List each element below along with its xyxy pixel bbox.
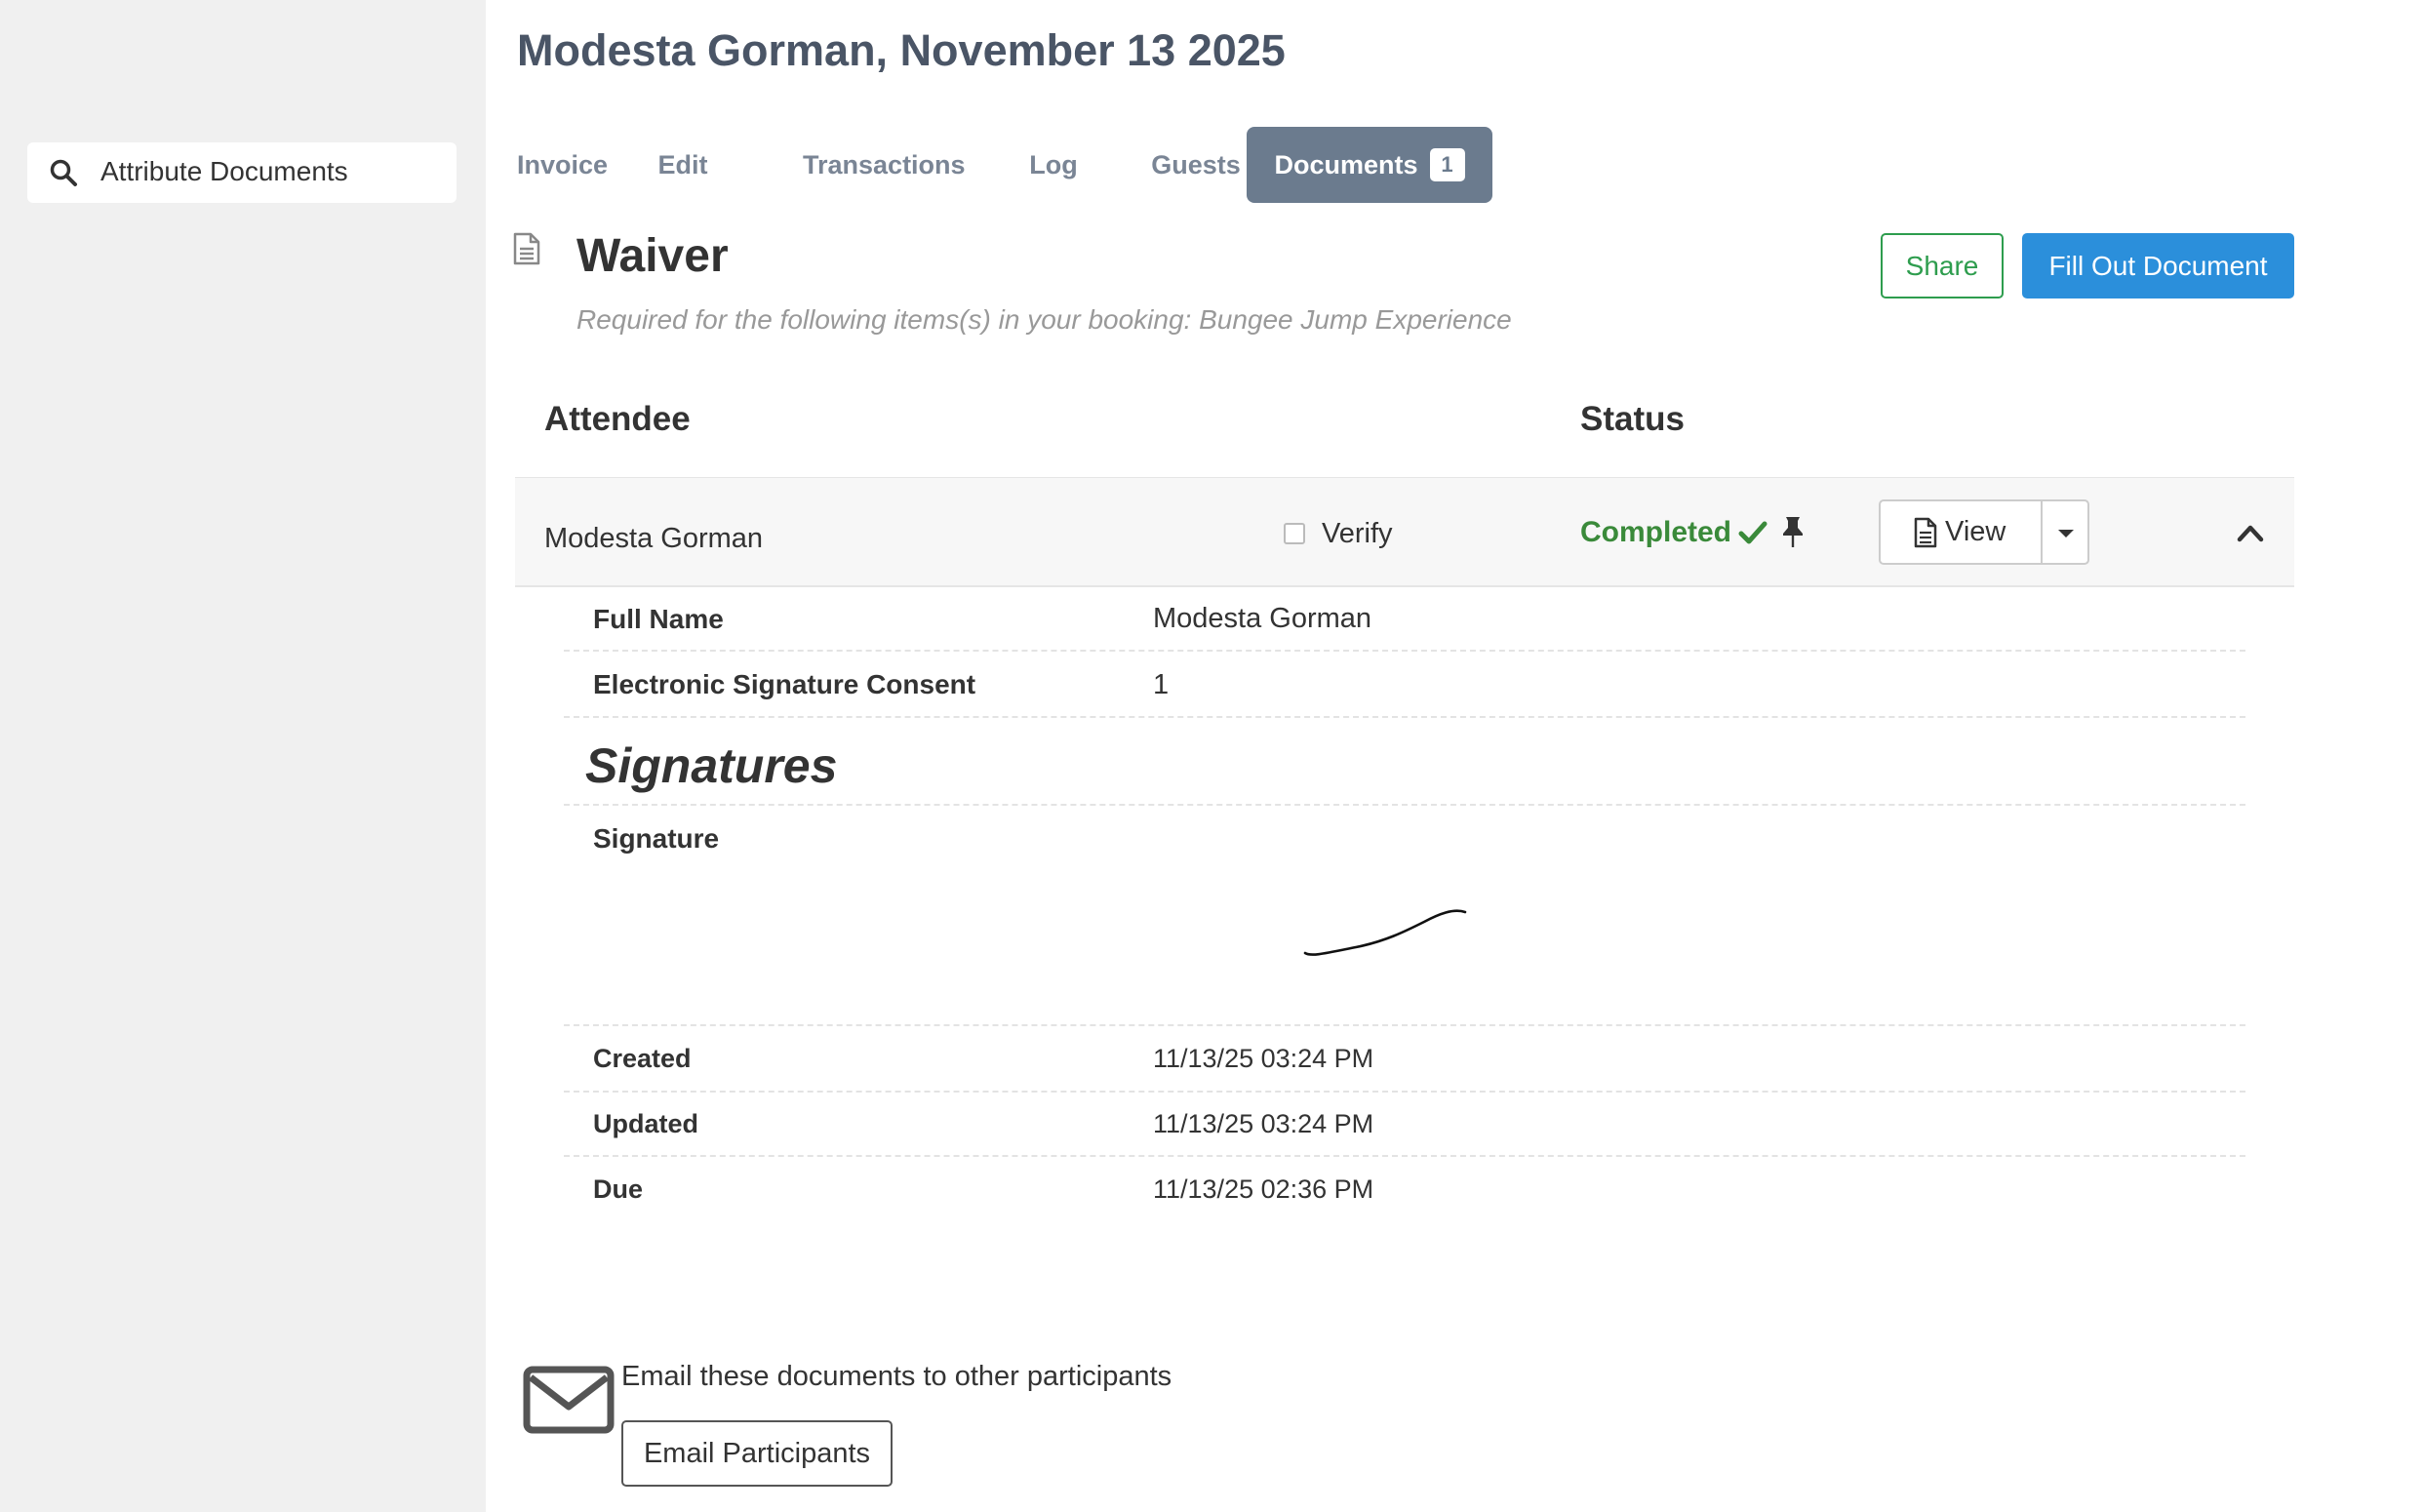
tab-guests[interactable]: Guests: [1147, 127, 1245, 203]
fill-out-document-button[interactable]: Fill Out Document: [2022, 233, 2294, 298]
view-document-button[interactable]: View: [1879, 499, 2042, 565]
chevron-up-icon[interactable]: [2236, 522, 2265, 543]
attribute-documents-search[interactable]: Attribute Documents: [27, 142, 457, 203]
updated-label: Updated: [593, 1109, 698, 1138]
tab-transactions[interactable]: Transactions: [803, 127, 966, 203]
status-completed: Completed: [1580, 516, 1732, 548]
view-label: View: [1945, 516, 2006, 547]
documents-count-badge: 1: [1429, 147, 1465, 181]
verify-checkbox[interactable]: [1284, 523, 1305, 544]
share-button[interactable]: Share: [1881, 233, 2004, 298]
document-subtitle: Required for the following items(s) in y…: [576, 304, 1512, 335]
document-icon: [513, 232, 540, 265]
tab-log[interactable]: Log: [1020, 127, 1087, 203]
meta-row: [564, 1026, 2245, 1093]
email-participants-button[interactable]: Email Participants: [621, 1420, 893, 1487]
tab-label: Log: [1029, 150, 1078, 179]
field-label: Electronic Signature Consent: [593, 669, 976, 699]
document-icon: [1914, 517, 1937, 548]
envelope-icon: [523, 1366, 615, 1434]
due-label: Due: [593, 1174, 644, 1204]
meta-row: [564, 1093, 2245, 1157]
due-value: 11/13/25 02:36 PM: [1153, 1174, 1374, 1204]
tab-edit[interactable]: Edit: [644, 127, 722, 203]
view-options-dropdown[interactable]: [2041, 499, 2089, 565]
signatures-heading: Signatures: [585, 738, 838, 793]
attendee-column-header: Attendee: [544, 400, 691, 438]
tab-label: Edit: [657, 150, 708, 179]
check-icon: [1738, 521, 1768, 544]
field-row: [564, 595, 2245, 652]
document-title: Waiver: [576, 230, 729, 282]
sidebar: Attribute Documents: [0, 0, 486, 1512]
field-value: 1: [1153, 669, 1170, 700]
tab-label: Guests: [1151, 150, 1241, 179]
created-label: Created: [593, 1044, 692, 1073]
signature-image: [1303, 909, 1467, 956]
tab-documents[interactable]: Documents 1: [1247, 127, 1492, 203]
attendee-name: Modesta Gorman: [544, 523, 764, 554]
tab-invoice[interactable]: Invoice: [517, 127, 608, 203]
verify-label[interactable]: Verify: [1322, 518, 1393, 550]
updated-value: 11/13/25 03:24 PM: [1153, 1109, 1374, 1138]
search-label: Attribute Documents: [100, 156, 348, 186]
tab-label: Transactions: [803, 150, 966, 179]
pin-icon[interactable]: [1781, 515, 1805, 548]
tab-label: Documents: [1274, 150, 1418, 179]
created-value: 11/13/25 03:24 PM: [1153, 1044, 1374, 1073]
field-value: Modesta Gorman: [1153, 603, 1372, 634]
email-participants-text: Email these documents to other participa…: [621, 1361, 1172, 1392]
signature-label: Signature: [593, 823, 720, 854]
tab-label: Invoice: [517, 150, 609, 179]
status-column-header: Status: [1580, 400, 1685, 438]
field-label: Full Name: [593, 604, 724, 634]
search-icon: [50, 159, 77, 186]
page-title: Modesta Gorman, November 13 2025: [517, 25, 1286, 75]
caret-down-icon: [2058, 530, 2074, 537]
